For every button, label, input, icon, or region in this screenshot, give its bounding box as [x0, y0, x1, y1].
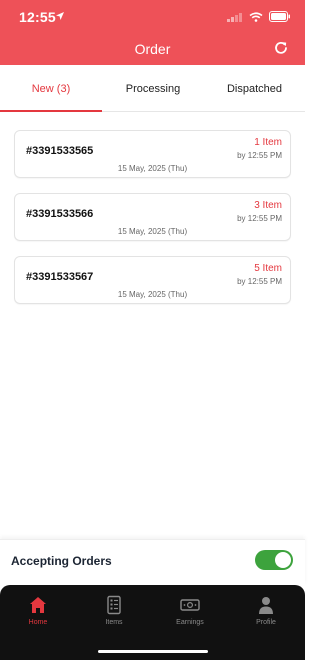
page-title: Order	[134, 41, 171, 57]
order-id: #3391533566	[26, 208, 94, 220]
bottom-navigation: Home Items Earnings Profile	[0, 585, 305, 660]
nav-profile-label: Profile	[256, 619, 276, 626]
order-date: 15 May, 2025 (Thu)	[117, 290, 188, 299]
home-icon	[30, 597, 46, 613]
profile-icon	[259, 597, 273, 614]
status-indicators	[227, 11, 291, 22]
items-icon	[107, 595, 121, 615]
order-due-time: by 12:55 PM	[237, 214, 282, 223]
toggle-knob	[275, 552, 291, 568]
order-date: 15 May, 2025 (Thu)	[117, 164, 188, 173]
battery-icon	[269, 11, 290, 22]
order-due-time: by 12:55 PM	[237, 151, 282, 160]
tab-new[interactable]: New (3)	[0, 65, 102, 112]
order-card[interactable]: #3391533566 3 Item by 12:55 PM 15 May, 2…	[14, 193, 291, 241]
accepting-orders-toggle[interactable]	[255, 550, 293, 570]
order-card[interactable]: #3391533565 1 Item by 12:55 PM 15 May, 2…	[14, 130, 291, 178]
nav-items[interactable]: Items	[76, 595, 152, 635]
order-card[interactable]: #3391533567 5 Item by 12:55 PM 15 May, 2…	[14, 256, 291, 304]
nav-profile[interactable]: Profile	[228, 595, 304, 635]
order-tabs: New (3) Processing Dispatched	[0, 65, 305, 112]
refresh-icon[interactable]	[273, 40, 289, 56]
tab-processing[interactable]: Processing	[102, 65, 204, 112]
nav-earnings-label: Earnings	[176, 619, 204, 626]
wifi-icon	[249, 11, 263, 22]
order-id: #3391533567	[26, 271, 94, 283]
status-bar: 12:55	[0, 0, 305, 34]
order-due-time: by 12:55 PM	[237, 277, 282, 286]
accepting-orders-label: Accepting Orders	[11, 554, 112, 568]
order-item-count: 1 Item	[254, 137, 282, 148]
nav-home-label: Home	[28, 619, 48, 626]
tab-dispatched[interactable]: Dispatched	[204, 65, 305, 112]
nav-home[interactable]: Home	[0, 595, 76, 635]
order-item-count: 3 Item	[254, 200, 282, 211]
status-time: 12:55	[19, 9, 56, 25]
home-indicator	[98, 650, 208, 653]
earnings-icon	[180, 599, 200, 611]
order-id: #3391533565	[26, 145, 94, 157]
nav-earnings[interactable]: Earnings	[152, 595, 228, 635]
app-header: Order	[0, 34, 305, 65]
order-date: 15 May, 2025 (Thu)	[117, 227, 188, 236]
active-tab-indicator	[0, 110, 102, 112]
nav-items-label: Items	[105, 619, 123, 626]
accepting-orders-bar: Accepting Orders	[0, 539, 305, 585]
order-item-count: 5 Item	[254, 263, 282, 274]
location-arrow-icon	[56, 12, 64, 20]
signal-icon	[227, 12, 242, 22]
